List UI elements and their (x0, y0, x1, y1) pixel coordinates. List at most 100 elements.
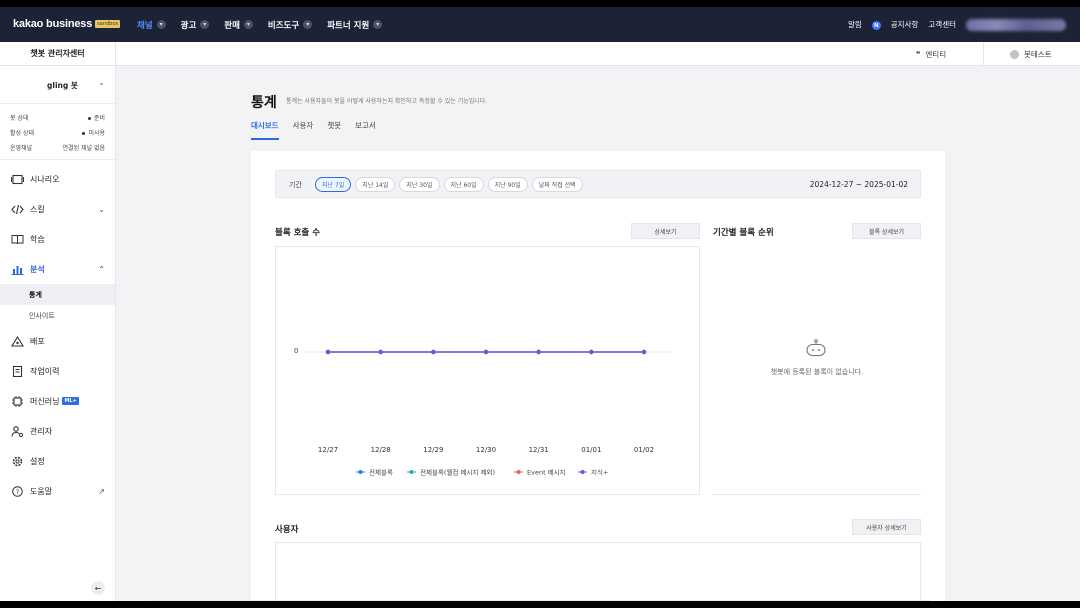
tab-users[interactable]: 사용자 (293, 120, 314, 140)
code-icon (11, 203, 24, 216)
date-range: 2024-12-27 ~ 2025-01-02 (809, 180, 908, 189)
bot-test-button[interactable]: 봇테스트 (1010, 42, 1052, 66)
chevron-down-icon: ▾ (373, 20, 383, 29)
bot-test-label: 봇테스트 (1024, 49, 1052, 59)
line-chart: 0 12/27 12/28 12/29 12/30 12/31 01/01 01/02 전체블록… (294, 347, 671, 477)
main-content: 통계 통계는 사용자들이 봇을 어떻게 사용하는지 확인하고 측정할 수 있는 … (116, 66, 1080, 601)
block-rank-title: 기간별 블록 순위 (713, 228, 774, 238)
period-14-days[interactable]: 지난 14일 (355, 177, 396, 192)
status-label: 운영채널 (10, 145, 33, 152)
sidebar-menu: 시나리오 스킬 ⌄ 학습 분석 ⌃ 통계 인사이트 배포 작업이력 머신러닝 M… (0, 160, 115, 506)
tab-bar: 대시보드 사용자 챗봇 보고서 (251, 120, 390, 140)
external-link-icon: ↗ (98, 486, 105, 496)
status-dot-icon (82, 132, 86, 135)
entity-label: 엔티티 (925, 49, 947, 59)
top-navigation-bar: kakao business sandbox 채널 ▾ 광고 ▾ 판매 ▾ 비즈… (0, 7, 1080, 42)
sidebar-item-label: 학습 (30, 234, 45, 244)
dashboard-card: 기간 지난 7일 지난 14일 지난 30일 지난 60일 지난 90일 날짜 … (251, 151, 945, 601)
status-value: 미사용 (82, 128, 105, 137)
nav-label: 광고 (180, 20, 197, 31)
sidebar-item-scenario[interactable]: 시나리오 (0, 164, 115, 194)
notice-link[interactable]: 공지사항 (891, 19, 919, 30)
robot-icon (806, 339, 826, 357)
period-7-days[interactable]: 지난 7일 (315, 177, 352, 192)
arrow-left-icon: ← (94, 583, 102, 593)
sidebar-item-admin[interactable]: 관리자 (0, 416, 115, 446)
sidebar-item-label: 설정 (30, 456, 45, 466)
user-settings-icon (11, 425, 24, 438)
entity-button[interactable]: ❞ 엔티티 (916, 42, 946, 66)
sidebar-item-help[interactable]: ? 도움말 ↗ (0, 476, 115, 506)
sidebar: 챗봇 관리자센터 gling 봇 ⌄ 봇 상태 준비 활성 상태 미사용 운영채… (0, 42, 116, 601)
alarm-label: 알림 (847, 19, 862, 29)
sidebar-item-deploy[interactable]: 배포 (0, 326, 115, 356)
chevron-down-icon: ⌄ (98, 204, 105, 214)
x-tick-label: 12/31 (529, 446, 549, 454)
sidebar-item-label: 작업이력 (30, 366, 60, 376)
users-chart (275, 542, 921, 601)
period-90-days[interactable]: 지난 90일 (487, 177, 528, 192)
y-tick-label: 0 (294, 347, 298, 355)
chat-bubble-icon (1010, 49, 1019, 59)
scenario-icon (11, 173, 24, 186)
sidebar-subitem-insight[interactable]: 인사이트 (0, 305, 115, 326)
top-right-menu: 알림 N 공지사항 고객센터 (828, 7, 1066, 42)
status-dot-icon (87, 117, 91, 120)
sidebar-item-analysis[interactable]: 분석 ⌃ (0, 254, 115, 284)
period-custom-date[interactable]: 날짜 직접 선택 (531, 177, 583, 192)
collapse-sidebar-button[interactable]: ← (91, 581, 105, 595)
x-tick-label: 12/27 (318, 446, 338, 454)
nav-channel[interactable]: 채널 ▾ (137, 19, 166, 31)
bot-status-panel: 봇 상태 준비 활성 상태 미사용 운영채널 연결된 채널 없음 (0, 104, 115, 160)
block-rank-detail-button[interactable]: 블록 상세보기 (852, 223, 921, 239)
legend-label: 지식+ (591, 468, 608, 477)
legend-label: Event 메시지 (527, 468, 566, 477)
bot-selector[interactable]: gling 봇 ⌄ (0, 66, 115, 104)
support-link[interactable]: 고객센터 (928, 19, 956, 30)
chip-icon (11, 395, 24, 408)
sidebar-item-label: 배포 (30, 336, 45, 346)
empty-state-text: 챗봇에 등록된 블록이 없습니다. (770, 368, 864, 376)
status-label: 봇 상태 (10, 115, 29, 122)
sidebar-item-settings[interactable]: 설정 (0, 446, 115, 476)
block-calls-detail-button[interactable]: 상세보기 (631, 223, 700, 239)
x-tick-label: 01/02 (634, 446, 654, 454)
tab-report[interactable]: 보고서 (355, 120, 376, 140)
nav-partner-support[interactable]: 파트너 지원 ▾ (327, 19, 383, 31)
legend-label: 전체블록(웰컴 메시지 제외) (420, 468, 495, 477)
user-account-menu[interactable] (966, 18, 1066, 31)
tab-dashboard[interactable]: 대시보드 (251, 120, 279, 140)
sandbox-badge: sandbox (95, 20, 121, 28)
book-icon (11, 233, 24, 246)
x-tick-label: 12/29 (423, 446, 443, 454)
chevron-down-icon: ▾ (200, 20, 210, 29)
data-point (325, 349, 331, 355)
status-label: 활성 상태 (10, 130, 34, 137)
users-detail-button[interactable]: 사용자 상세보기 (852, 519, 921, 535)
sidebar-item-machine-learning[interactable]: 머신러닝 ML+ (0, 386, 115, 416)
nav-sales[interactable]: 판매 ▾ (224, 19, 253, 31)
sidebar-item-label: 관리자 (30, 426, 53, 436)
horizontal-scrollbar[interactable] (150, 600, 930, 601)
data-point (483, 349, 489, 355)
sidebar-subitem-stats[interactable]: 통계 (0, 284, 115, 305)
entity-icon: ❞ (916, 49, 921, 59)
kakao-business-logo[interactable]: kakao business sandbox (13, 18, 121, 30)
sidebar-item-skill[interactable]: 스킬 ⌄ (0, 194, 115, 224)
sidebar-item-learning[interactable]: 학습 (0, 224, 115, 254)
period-30-days[interactable]: 지난 30일 (399, 177, 440, 192)
nav-ads[interactable]: 광고 ▾ (181, 19, 210, 31)
sub-header: ❞ 엔티티 봇테스트 (116, 42, 1080, 66)
tab-chatbot[interactable]: 챗봇 (327, 120, 341, 140)
sidebar-item-label: 도움말 (30, 486, 53, 496)
status-row: 봇 상태 준비 (10, 110, 105, 125)
data-point (536, 349, 541, 355)
sidebar-title: 챗봇 관리자센터 (0, 42, 115, 66)
nav-biz-tools[interactable]: 비즈도구 ▾ (268, 19, 313, 31)
chevron-down-icon: ▾ (303, 20, 313, 29)
svg-text:?: ? (16, 488, 19, 496)
status-row: 활성 상태 미사용 (10, 125, 105, 140)
period-60-days[interactable]: 지난 60일 (443, 177, 484, 192)
sidebar-item-history[interactable]: 작업이력 (0, 356, 115, 386)
alarm-link[interactable]: 알림 N (838, 19, 881, 31)
